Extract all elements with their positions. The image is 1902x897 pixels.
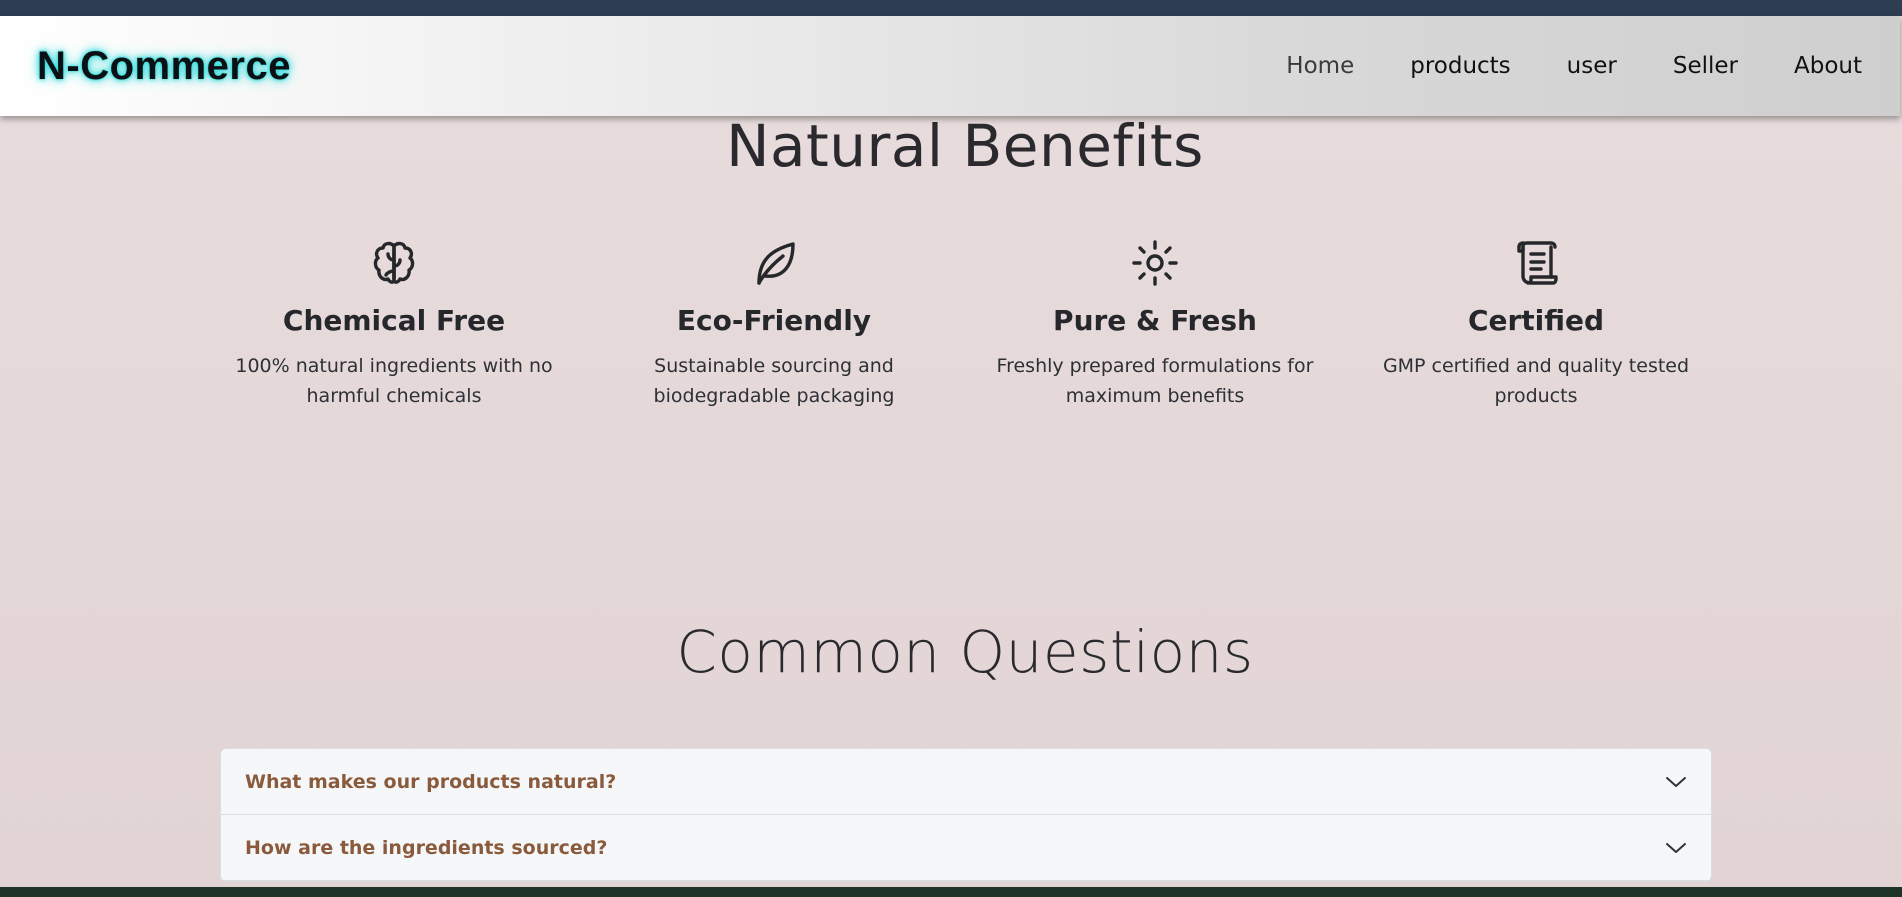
- sun-icon: [1132, 240, 1178, 286]
- chevron-down-icon[interactable]: [1665, 775, 1687, 789]
- leaf-icon: [757, 242, 795, 285]
- nav-link-user[interactable]: user: [1567, 53, 1617, 79]
- navbar: N-Commerce Home products user Seller Abo…: [0, 16, 1900, 116]
- faq-item[interactable]: How are the ingredients sourced?: [221, 815, 1711, 881]
- nav-link-home[interactable]: Home: [1286, 53, 1354, 79]
- benefit-card-certified: Certified GMP certified and quality test…: [1376, 238, 1696, 411]
- faq-question: How are the ingredients sourced?: [245, 836, 608, 859]
- benefits-heading: Natural Benefits: [726, 112, 1204, 180]
- benefit-card-pure-fresh: Pure & Fresh Freshly prepared formulatio…: [995, 238, 1315, 411]
- faq-item[interactable]: What makes our products natural?: [221, 749, 1711, 815]
- nav-link-products[interactable]: products: [1410, 53, 1510, 79]
- benefit-description: GMP certified and quality tested product…: [1382, 355, 1690, 407]
- window-top-strip: [0, 0, 1902, 16]
- benefit-title: Certified: [1467, 304, 1605, 337]
- nav-links: Home products user Seller About: [1286, 16, 1862, 116]
- benefit-title: Eco-Friendly: [676, 304, 872, 337]
- brain-icon: [373, 241, 415, 284]
- benefit-card-eco-friendly: Eco-Friendly Sustainable sourcing and bi…: [614, 238, 934, 411]
- benefit-card-chemical-free: Chemical Free 100% natural ingredients w…: [234, 238, 554, 411]
- taskbar-edge: [0, 887, 1902, 897]
- brand-logo[interactable]: N-Commerce: [37, 44, 291, 89]
- benefit-title: Chemical Free: [282, 304, 506, 337]
- benefit-title: Pure & Fresh: [1053, 304, 1257, 337]
- nav-link-about[interactable]: About: [1794, 53, 1862, 79]
- benefit-description: 100% natural ingredients with no harmful…: [235, 355, 553, 407]
- chevron-down-icon[interactable]: [1665, 841, 1687, 855]
- faq-question: What makes our products natural?: [245, 770, 617, 793]
- benefit-description: Sustainable sourcing and biodegradable p…: [653, 355, 895, 407]
- benefit-description: Freshly prepared formulations for maximu…: [996, 355, 1314, 407]
- faq-heading: Common Questions: [676, 618, 1254, 686]
- faq-accordion: What makes our products natural? How are…: [220, 748, 1712, 882]
- certificate-scroll-icon: [1517, 241, 1558, 285]
- nav-link-seller[interactable]: Seller: [1673, 53, 1738, 79]
